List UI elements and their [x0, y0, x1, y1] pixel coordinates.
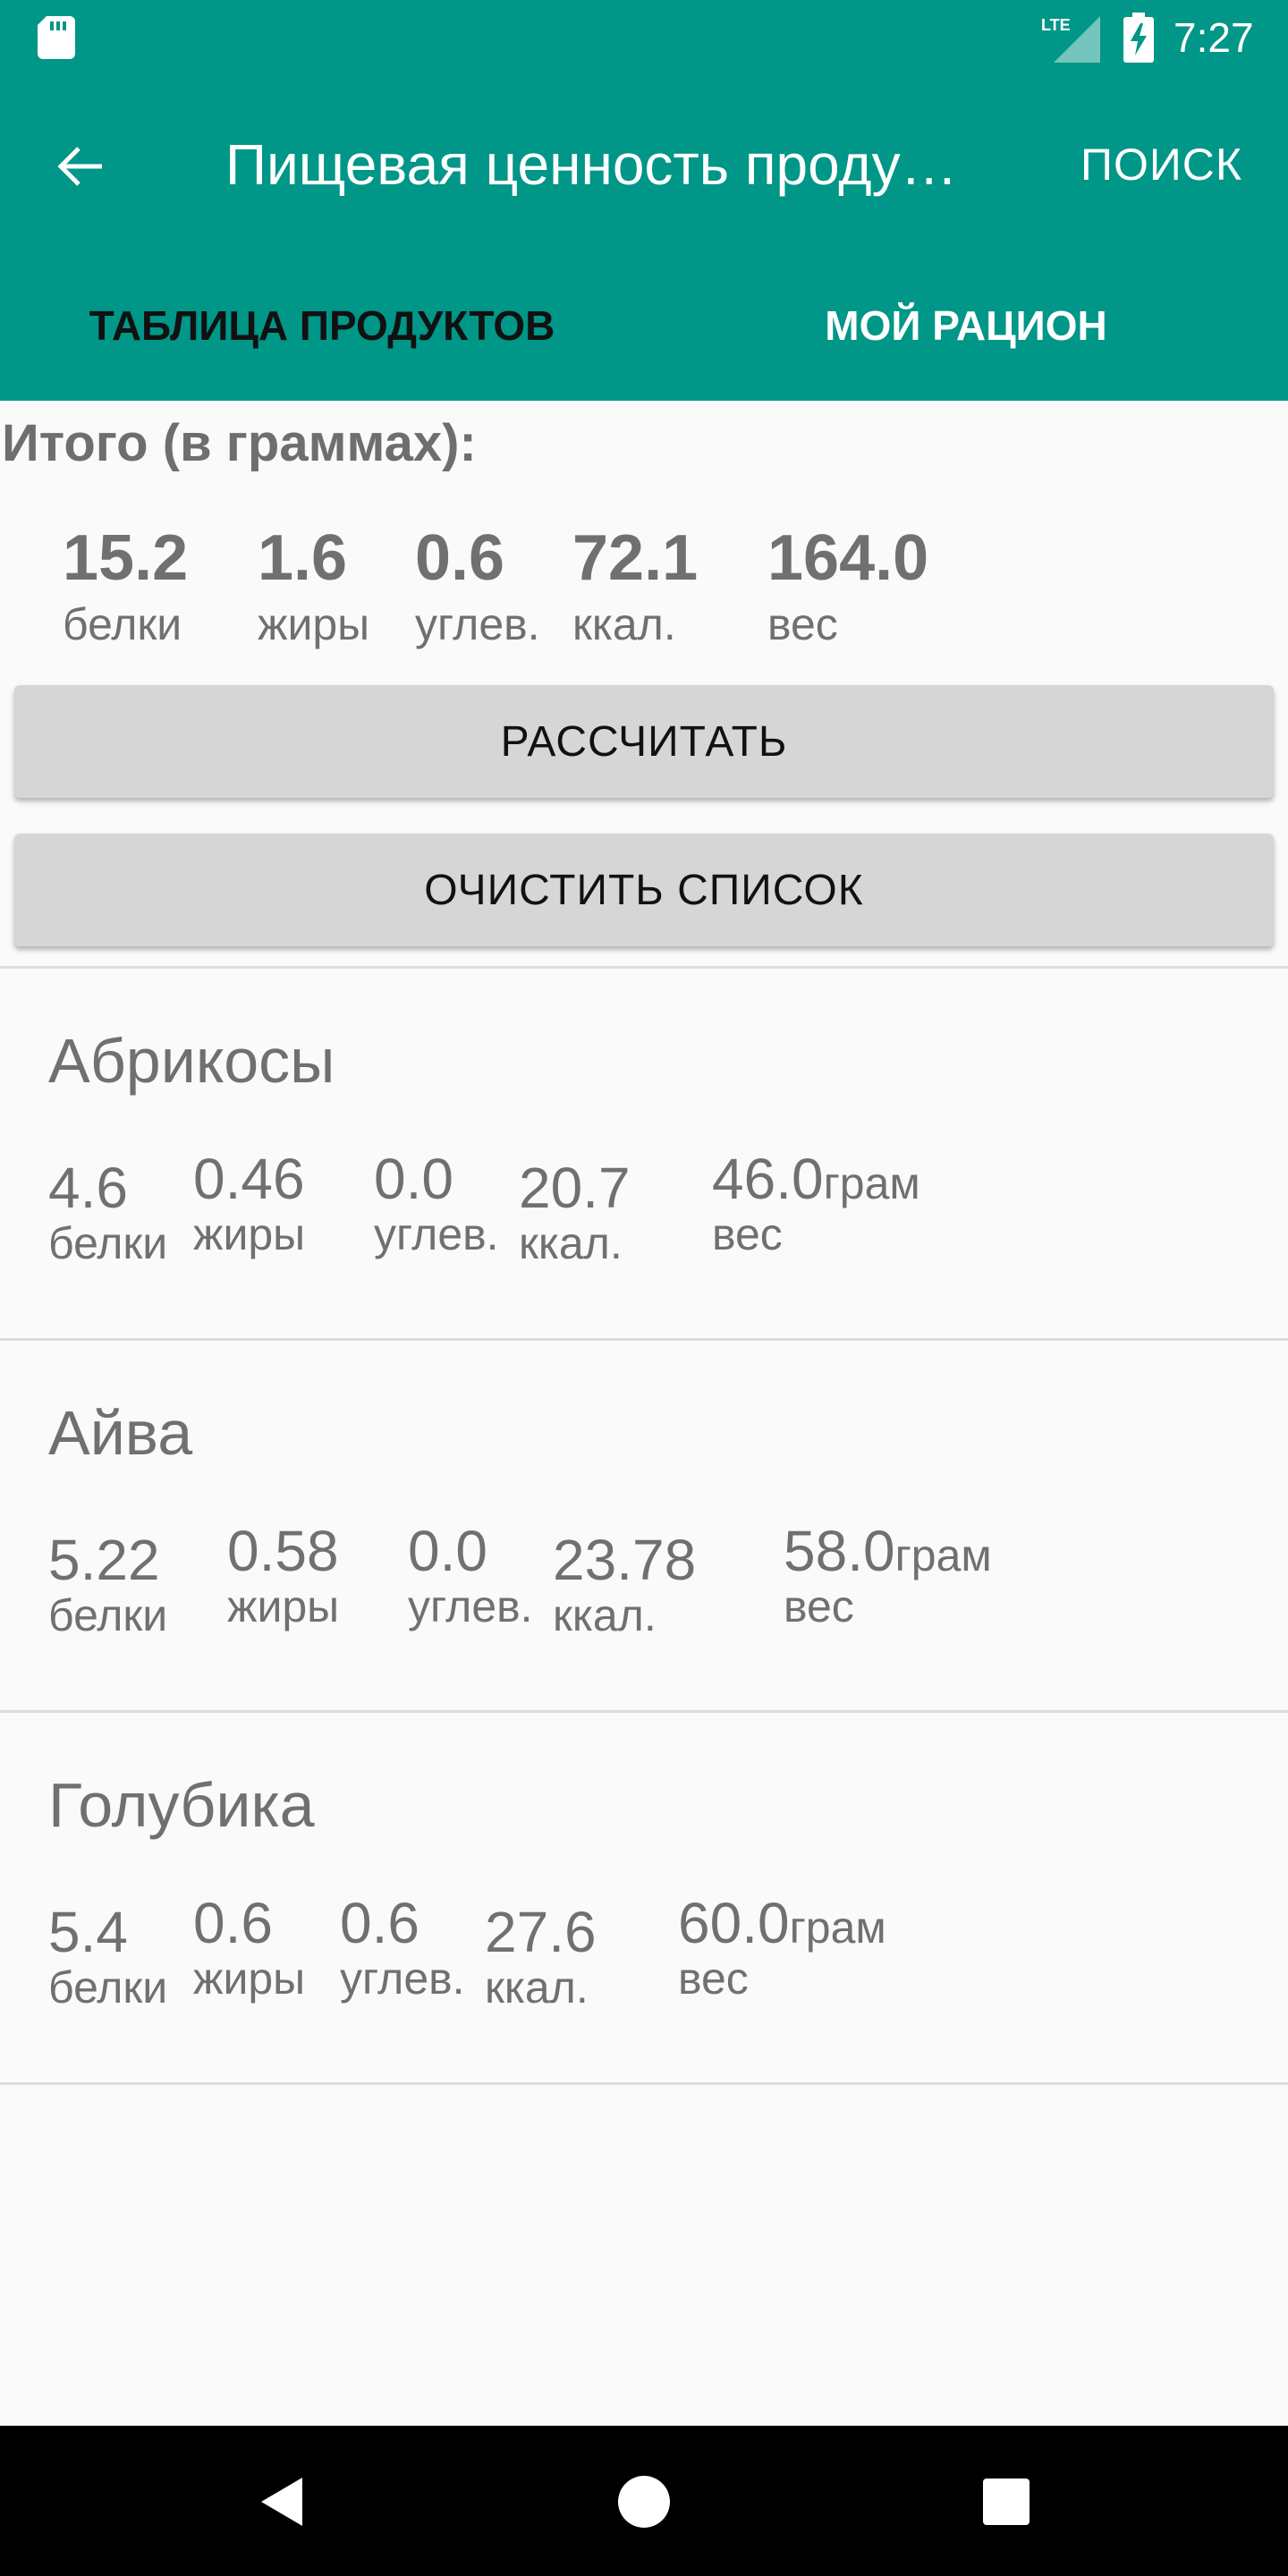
product-kcal-label: ккал.	[519, 1218, 623, 1268]
total-protein-value: 15.2	[63, 522, 189, 594]
total-carbs-value: 0.6	[415, 522, 505, 594]
product-weight-value: 46.0грам	[712, 1145, 920, 1217]
total-protein-label: белки	[63, 599, 182, 649]
triangle-back-icon[interactable]	[242, 2462, 322, 2542]
clear-list-button[interactable]: ОЧИСТИТЬ СПИСОК	[14, 834, 1274, 946]
page-title: Пищевая ценность проду…	[225, 132, 958, 197]
product-fat-label: жиры	[193, 1953, 306, 2004]
list-item[interactable]: Абрикосы 4.6 белки 0.46 жиры 0.0 углев. …	[0, 970, 1288, 1336]
total-weight: 164.0 вес	[767, 521, 928, 653]
search-button[interactable]: ПОИСК	[1080, 136, 1242, 193]
product-protein-label: белки	[48, 1962, 168, 2012]
square-recents-icon[interactable]	[966, 2462, 1046, 2542]
arrow-left-icon	[57, 147, 102, 186]
total-fat-label: жиры	[258, 599, 370, 649]
product-weight-value: 58.0грам	[784, 1517, 992, 1589]
total-fat: 1.6 жиры	[258, 521, 369, 653]
tab-products-table[interactable]: ТАБЛИЦА ПРОДУКТОВ	[0, 250, 644, 401]
circle-home-icon[interactable]	[604, 2462, 684, 2542]
svg-text:LTE: LTE	[1041, 16, 1071, 34]
product-carbs-label: углев.	[340, 1953, 465, 2004]
status-bar: LTE 7:27	[0, 0, 1288, 75]
divider	[0, 1710, 1288, 1713]
divider	[0, 1338, 1288, 1341]
total-kcal-value: 72.1	[572, 522, 699, 594]
lte-signal-icon: LTE	[1041, 16, 1100, 63]
calculate-button[interactable]: РАССЧИТАТЬ	[14, 685, 1274, 798]
total-carbs-label: углев.	[415, 599, 540, 649]
total-protein: 15.2 белки	[63, 521, 188, 653]
total-carbs: 0.6 углев.	[415, 521, 540, 653]
product-kcal-value: 23.78	[553, 1528, 697, 1592]
product-weight-value: 60.0грам	[678, 1889, 886, 1962]
product-weight-unit: грам	[789, 1902, 886, 1953]
product-weight-label: вес	[784, 1581, 854, 1631]
product-protein-label: белки	[48, 1218, 168, 1268]
product-fat-value: 0.46	[193, 1147, 305, 1211]
product-protein-value: 5.4	[48, 1900, 128, 1964]
product-fat-value: 0.58	[227, 1519, 339, 1583]
product-weight-number: 60.0	[678, 1891, 790, 1955]
tab-bar: ТАБЛИЦА ПРОДУКТОВ МОЙ РАЦИОН	[0, 250, 1288, 401]
back-button[interactable]	[36, 122, 125, 211]
total-kcal: 72.1 ккал.	[572, 521, 698, 653]
app-toolbar: Пищевая ценность проду… ПОИСК	[0, 75, 1288, 250]
product-weight-number: 46.0	[712, 1147, 824, 1211]
tab-my-diet[interactable]: МОЙ РАЦИОН	[644, 250, 1288, 401]
divider	[0, 966, 1288, 969]
clock: 7:27	[1174, 14, 1254, 61]
product-weight-label: вес	[678, 1953, 749, 2004]
total-weight-value: 164.0	[767, 522, 929, 594]
product-protein-value: 4.6	[48, 1156, 128, 1220]
product-protein-value: 5.22	[48, 1528, 160, 1592]
product-fat-label: жиры	[193, 1209, 306, 1259]
product-protein-label: белки	[48, 1590, 168, 1640]
product-carbs-label: углев.	[374, 1209, 499, 1259]
product-kcal-label: ккал.	[553, 1590, 657, 1640]
system-nav-bar	[0, 2426, 1288, 2576]
product-carbs-value: 0.0	[374, 1147, 453, 1211]
product-weight-number: 58.0	[784, 1519, 895, 1583]
product-kcal-label: ккал.	[485, 1962, 589, 2012]
product-name: Голубика	[48, 1770, 315, 1840]
product-name: Айва	[48, 1398, 193, 1468]
list-item[interactable]: Айва 5.22 белки 0.58 жиры 0.0 углев. 23.…	[0, 1342, 1288, 1708]
product-fat-label: жиры	[227, 1581, 340, 1631]
total-fat-value: 1.6	[258, 522, 348, 594]
total-weight-label: вес	[767, 599, 838, 649]
product-weight-label: вес	[712, 1209, 783, 1259]
product-kcal-value: 27.6	[485, 1900, 597, 1964]
divider	[0, 2082, 1288, 2085]
total-kcal-label: ккал.	[572, 599, 676, 649]
product-weight-unit: грам	[823, 1158, 920, 1208]
list-item[interactable]: Голубика 5.4 белки 0.6 жиры 0.6 углев. 2…	[0, 1714, 1288, 2080]
totals-heading: Итого (в граммах):	[2, 414, 477, 472]
battery-charging-icon	[1123, 13, 1154, 63]
product-name: Абрикосы	[48, 1026, 335, 1096]
product-fat-value: 0.6	[193, 1891, 273, 1955]
product-weight-unit: грам	[894, 1530, 992, 1580]
product-kcal-value: 20.7	[519, 1156, 631, 1220]
product-carbs-label: углев.	[408, 1581, 533, 1631]
product-carbs-value: 0.0	[408, 1519, 487, 1583]
product-carbs-value: 0.6	[340, 1891, 419, 1955]
sd-card-icon	[38, 16, 75, 59]
